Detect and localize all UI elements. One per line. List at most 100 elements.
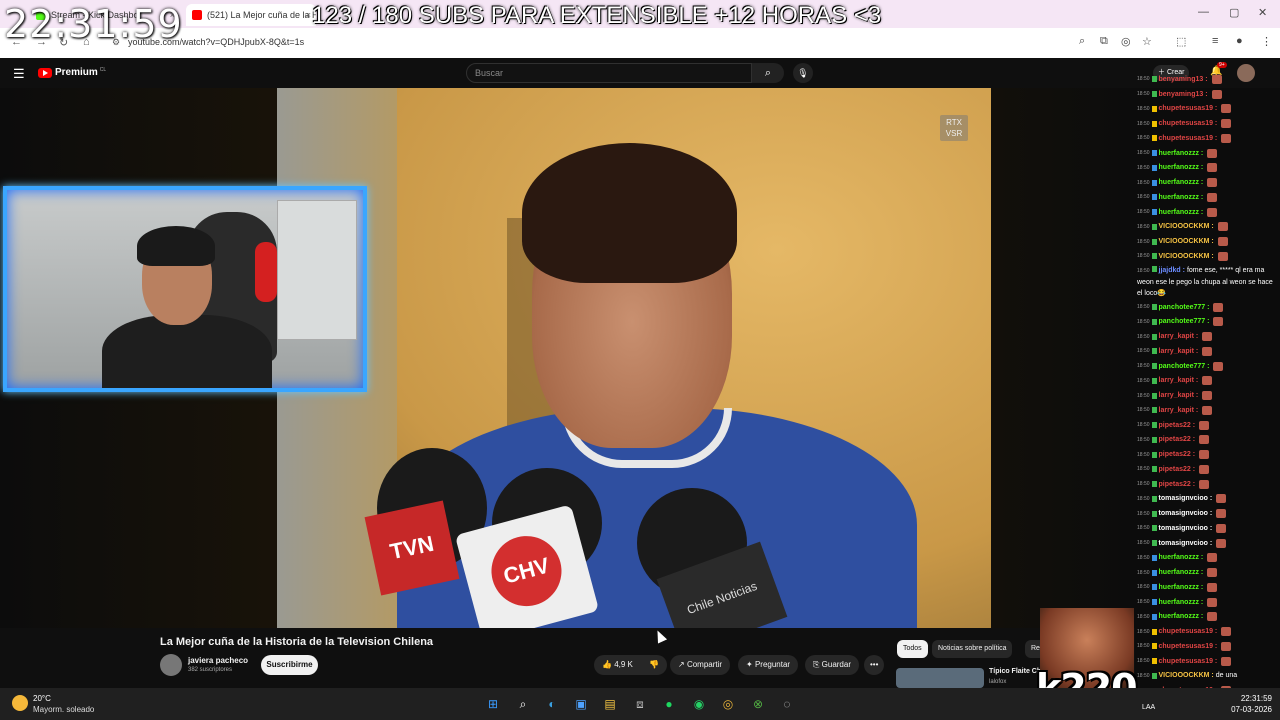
chat-username[interactable]: pipetas22 : <box>1159 481 1196 488</box>
chat-timestamp: 18:50 <box>1137 451 1150 458</box>
chat-username[interactable]: huerfanozzz : <box>1159 209 1204 216</box>
weather-temp[interactable]: 20°C <box>33 694 51 703</box>
eye-off-icon[interactable]: ◎ <box>1121 35 1131 48</box>
chat-badge-icon <box>1151 643 1157 650</box>
chat-username[interactable]: larry_kapit : <box>1159 407 1199 414</box>
chat-username[interactable]: VICIOOOCKKM : <box>1159 253 1214 260</box>
chat-username[interactable]: pipetas22 : <box>1159 422 1196 429</box>
menu-icon[interactable]: ☰ <box>13 66 25 82</box>
chat-username[interactable]: pipetas22 : <box>1159 466 1196 473</box>
youtube-logo[interactable]: Premium CL <box>38 67 106 78</box>
recommended-thumbnail[interactable] <box>896 668 984 688</box>
chat-username[interactable]: larry_kapit : <box>1159 377 1199 384</box>
spotify-icon[interactable]: ● <box>660 695 678 713</box>
minimize-button[interactable]: — <box>1198 6 1209 18</box>
chat-username[interactable]: huerfanozzz : <box>1159 150 1204 157</box>
weather-sun-icon[interactable] <box>12 695 28 711</box>
video-player[interactable]: TVN CHV Chile Noticias RTX VSR <box>277 88 991 628</box>
tab-search-icon[interactable]: ≡ <box>1212 35 1218 47</box>
chat-username[interactable]: chupetesusas19 : <box>1159 120 1218 127</box>
weather-desc[interactable]: Mayorm. soleado <box>33 705 94 714</box>
chat-username[interactable]: benyaming13 : <box>1159 76 1208 83</box>
close-window-button[interactable]: ✕ <box>1258 6 1267 19</box>
chat-username[interactable]: chupetesusas19 : <box>1159 628 1218 635</box>
chat-username[interactable]: pipetas22 : <box>1159 451 1196 458</box>
extensions-icon[interactable]: ⬚ <box>1176 35 1186 48</box>
chat-username[interactable]: huerfanozzz : <box>1159 554 1204 561</box>
tab-close-icon[interactable]: × <box>306 10 311 20</box>
chat-timestamp: 18:50 <box>1137 120 1150 127</box>
thumbs-up-icon: 👍 <box>602 660 612 669</box>
maximize-button[interactable]: ▢ <box>1229 6 1239 19</box>
search-input[interactable]: Buscar <box>466 63 752 83</box>
edge-icon[interactable]: ◐ <box>543 695 561 713</box>
subscribe-button[interactable]: Suscribirme <box>261 655 318 675</box>
chat-message: 18:50 chupetesusas19 : <box>1137 639 1277 654</box>
tray-clock[interactable]: 22:31:59 <box>1220 694 1272 703</box>
chrome-icon[interactable]: ◎ <box>719 695 737 713</box>
chat-username[interactable]: larry_kapit : <box>1159 333 1199 340</box>
chat-username[interactable]: tomasignvcioo : <box>1159 525 1213 532</box>
microphone-icon[interactable]: 🎙 <box>793 63 813 83</box>
chat-username[interactable]: huerfanozzz : <box>1159 164 1204 171</box>
chat-username[interactable]: huerfanozzz : <box>1159 194 1204 201</box>
more-actions-button[interactable]: ••• <box>864 655 885 675</box>
chat-badge-icon <box>1151 436 1157 443</box>
chat-username[interactable]: panchotee777 : <box>1159 363 1210 370</box>
capture-icon[interactable]: ⧈ <box>631 695 649 713</box>
browser-menu-icon[interactable]: ⋮ <box>1261 35 1272 48</box>
chat-username[interactable]: benyaming13 : <box>1159 91 1208 98</box>
taskbar-search-icon[interactable]: ⌕ <box>514 695 532 713</box>
browser-tab-youtube[interactable]: (521) La Mejor cuña de la H × <box>186 4 316 26</box>
tray-date[interactable]: 07-03-2026 <box>1220 705 1272 714</box>
rtx-vsr-badge: RTX VSR <box>940 115 968 141</box>
search-icon[interactable]: ⌕ <box>752 63 784 83</box>
chat-emote-icon <box>1216 523 1227 533</box>
chat-username[interactable]: huerfanozzz : <box>1159 569 1204 576</box>
bookmark-star-icon[interactable]: ☆ <box>1142 35 1152 48</box>
chat-username[interactable]: chupetesusas19 : <box>1159 643 1218 650</box>
xbox-icon[interactable]: ⊗ <box>749 695 767 713</box>
chip-politics[interactable]: Noticias sobre política <box>932 640 1013 658</box>
zoom-icon[interactable]: ⌕ <box>1079 35 1085 48</box>
chat-username[interactable]: tomasignvcioo : <box>1159 540 1213 547</box>
chat-username[interactable]: tomasignvcioo : <box>1159 510 1213 517</box>
install-icon[interactable]: ⧉ <box>1100 35 1108 48</box>
obs-icon[interactable]: ◌ <box>778 695 796 713</box>
chat-username[interactable]: huerfanozzz : <box>1159 613 1204 620</box>
chat-username[interactable]: huerfanozzz : <box>1159 584 1204 591</box>
profile-icon[interactable]: ● <box>1236 35 1243 47</box>
chat-username[interactable]: VICIOOOCKKM : <box>1159 238 1214 245</box>
chat-username[interactable]: tomasignvcioo : <box>1159 495 1213 502</box>
save-button[interactable]: ⎘ Guardar <box>805 655 859 675</box>
channel-name[interactable]: javiera pacheco <box>188 656 248 665</box>
file-explorer-icon[interactable]: ▤ <box>601 695 619 713</box>
chat-username[interactable]: huerfanozzz : <box>1159 599 1204 606</box>
dislike-button[interactable]: 👎 <box>641 655 667 675</box>
windows-start-icon[interactable]: ⊞ <box>484 695 502 713</box>
chat-username[interactable]: panchotee777 : <box>1159 304 1210 311</box>
store-icon[interactable]: ▣ <box>572 695 590 713</box>
chat-username[interactable]: chupetesusas19 : <box>1159 658 1218 665</box>
chat-username[interactable]: huerfanozzz : <box>1159 179 1204 186</box>
chat-username[interactable]: VICIOOOCKKM : <box>1159 672 1214 679</box>
chip-all[interactable]: Todos <box>897 640 928 658</box>
chat-username[interactable]: panchotee777 : <box>1159 318 1210 325</box>
chat-username[interactable]: chupetesusas19 : <box>1159 105 1218 112</box>
chat-username[interactable]: pipetas22 : <box>1159 436 1196 443</box>
chat-timestamp: 18:50 <box>1137 333 1150 340</box>
channel-avatar[interactable] <box>160 654 182 676</box>
ask-button[interactable]: ✦ Preguntar <box>738 655 799 675</box>
video-title: La Mejor cuña de la Historia de la Telev… <box>160 636 434 648</box>
recommended-title[interactable]: Típico Flaite Ch <box>989 668 1041 675</box>
chat-username[interactable]: larry_kapit : <box>1159 392 1199 399</box>
whatsapp-icon[interactable]: ◉ <box>690 695 708 713</box>
chat-username[interactable]: jjajdkd : <box>1159 267 1185 274</box>
share-button[interactable]: ↗ Compartir <box>670 655 731 675</box>
chat-timestamp: 18:50 <box>1137 76 1150 83</box>
language-indicator[interactable]: LAA <box>1142 704 1155 711</box>
chat-username[interactable]: chupetesusas19 : <box>1159 135 1218 142</box>
chat-message: 18:50 panchotee777 : <box>1137 315 1277 330</box>
chat-username[interactable]: VICIOOOCKKM : <box>1159 223 1214 230</box>
chat-username[interactable]: larry_kapit : <box>1159 348 1199 355</box>
